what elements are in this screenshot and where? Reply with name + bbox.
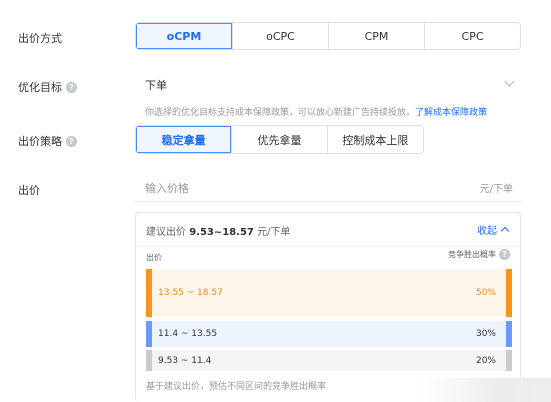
bid-method-cpc[interactable]: CPC [424,23,520,49]
bid-band-high: 13.55 ~ 18.57 50% [146,269,512,317]
strategy-stable[interactable]: 稳定拿量 [136,126,232,153]
strategy-cost-cap[interactable]: 控制成本上限 [326,126,423,153]
bid-band-low: 9.53 ~ 11.4 20% [146,350,512,371]
bid-label: 出价 [18,182,40,198]
suggested-bid-panel: 建议出价 9.53~18.57 元/下单 收起 出价 竞争胜出概率 ? 13.5… [135,212,521,402]
optimize-goal-value: 下单 [145,79,167,92]
bid-method-ocpc[interactable]: oCPC [232,23,328,49]
collapse-label: 收起 [477,226,497,237]
bid-band-mid: 11.4 ~ 13.55 30% [146,321,512,347]
band-bar-right [506,350,512,371]
help-icon[interactable]: ? [499,249,510,260]
band-probability: 50% [475,288,496,298]
chevron-down-icon [504,76,515,87]
suggested-bid-unit: 元/下单 [257,227,291,238]
suggested-bid-range: 9.53~18.57 [189,227,254,238]
band-bar-right [506,321,512,347]
help-icon[interactable]: ? [66,81,77,93]
bid-price-placeholder: 输入价格 [145,181,189,195]
band-bar-right [506,269,512,317]
cost-guarantee-link[interactable]: 了解成本保障政策 [415,108,487,118]
column-win-rate-header: 竞争胜出概率 ? [448,249,510,260]
bid-unit: 元/下单 [479,184,513,195]
help-icon[interactable]: ? [66,135,77,147]
band-range: 11.4 ~ 13.55 [158,329,218,339]
panel-footer-note: 基于建议出价，预估不同区间的竞争胜出概率 [146,382,327,392]
bid-strategy-label-text: 出价策略 [18,135,62,148]
chevron-up-icon [500,226,510,236]
column-win-rate-text: 竞争胜出概率 [448,250,496,259]
bid-method-label-text: 出价方式 [18,32,62,45]
band-range: 9.53 ~ 11.4 [158,355,212,366]
suggested-bid-summary: 建议出价 9.53~18.57 元/下单 [146,223,290,238]
band-bar-left [146,321,152,347]
optimize-goal-label: 优化目标 ? [18,79,77,95]
bid-label-text: 出价 [18,184,40,197]
bid-method-label: 出价方式 [18,30,62,46]
bid-strategy-segmented: 稳定拿量 优先拿量 控制成本上限 [135,125,424,154]
cost-guarantee-note-text: 你选择的优化目标支持成本保障政策，可以放心新建广告持续投放。 [145,108,416,118]
band-bar-left [146,350,152,371]
band-range: 13.55 ~ 18.57 [158,288,223,298]
bottom-edge-shade [420,378,551,402]
bid-method-cpm[interactable]: CPM [328,23,424,49]
bid-method-ocpm[interactable]: oCPM [136,23,232,49]
bid-method-segmented: oCPM oCPC CPM CPC [135,22,521,50]
cost-guarantee-note: 你选择的优化目标支持成本保障政策，可以放心新建广告持续投放。了解成本保障政策 [145,105,487,118]
collapse-button[interactable]: 收起 [477,222,510,237]
strategy-priority[interactable]: 优先拿量 [231,126,326,153]
column-bid-header: 出价 [146,253,162,262]
band-bar-left [146,269,152,317]
band-probability: 20% [475,355,496,366]
band-probability: 30% [475,329,496,339]
optimize-goal-label-text: 优化目标 [18,81,62,94]
bid-strategy-label: 出价策略 ? [18,133,77,149]
optimize-goal-select[interactable]: 下单 [135,72,521,98]
panel-divider [136,246,520,247]
bid-price-input[interactable]: 输入价格 元/下单 [135,174,521,202]
suggested-bid-prefix: 建议出价 [146,227,186,238]
